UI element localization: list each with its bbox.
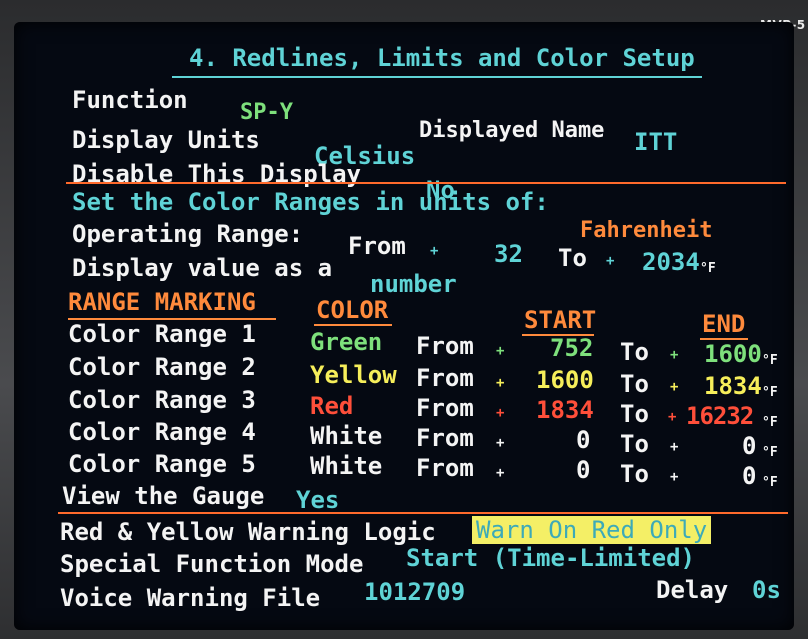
range-end[interactable]: 1600 [704,342,762,366]
range-end[interactable]: 16232 [686,404,754,428]
header-color: COLOR [316,296,389,324]
operating-range-label: Operating Range: [72,220,304,248]
range-start[interactable]: 0 [576,458,590,482]
range-color[interactable]: Green [310,330,382,354]
section-divider-1 [66,182,786,184]
delay-label: Delay [656,576,729,604]
range-start[interactable]: 0 [576,428,590,452]
range-start-sign: + [496,405,505,421]
view-gauge-label: View the Gauge [62,482,265,510]
view-gauge-value[interactable]: Yes [296,488,339,512]
header-start: START [524,306,597,334]
range-start-sign: + [496,435,505,451]
delay-value[interactable]: 0s [752,578,781,602]
operating-unit: °F [700,261,716,276]
range-color[interactable]: Yellow [310,363,397,387]
range-start-sign: + [496,465,505,481]
display-as-value[interactable]: number [370,272,457,296]
operating-from-value[interactable]: 32 [494,242,523,266]
displayed-name-value[interactable]: ITT [634,130,677,154]
range-end-sign: + [670,469,679,485]
display-screen: 4. Redlines, Limits and Color Setup Func… [14,22,794,630]
range-start-sign: + [496,343,505,359]
range-start-sign: + [496,375,505,391]
range-start[interactable]: 1600 [536,368,594,392]
page-title: 4. Redlines, Limits and Color Setup [189,44,695,72]
range-end-sign: + [670,347,679,363]
range-from: From [416,332,474,360]
operating-from-label: From [348,232,406,260]
special-mode-label: Special Function Mode [60,550,364,578]
range-end[interactable]: 1834 [704,374,762,398]
range-label: Color Range 3 [68,386,256,414]
range-end-sign: + [668,409,677,425]
display-as-label: Display value as a [72,254,333,282]
range-from: From [416,394,474,422]
range-label: Color Range 5 [68,450,256,478]
range-to: To [620,400,649,428]
header-color-underline [314,324,392,326]
range-color[interactable]: White [310,454,382,478]
range-end-sign: + [670,379,679,395]
range-from: From [416,424,474,452]
range-start[interactable]: 752 [550,336,593,360]
range-label: Color Range 1 [68,320,256,348]
range-unit: °F [762,385,778,400]
operating-to-sign: + [606,253,615,269]
function-label: Function [72,86,188,114]
range-color[interactable]: White [310,424,382,448]
header-end: END [702,310,746,338]
voice-file-value[interactable]: 1012709 [364,580,465,604]
section-divider-2 [58,512,788,514]
title-underline [172,76,702,78]
range-unit: °F [762,415,778,430]
warning-logic-label: Red & Yellow Warning Logic [60,518,436,546]
range-end[interactable]: 0 [742,464,756,488]
special-mode-value[interactable]: Start (Time-Limited) [406,546,695,570]
function-value[interactable]: SP-Y [240,102,293,124]
range-to: To [620,338,649,366]
range-end-sign: + [670,439,679,455]
range-from: From [416,454,474,482]
color-units-value[interactable]: Fahrenheit [580,220,712,242]
range-unit: °F [762,445,778,460]
voice-file-label: Voice Warning File [60,584,321,612]
operating-to-value[interactable]: 2034 [642,250,700,274]
range-to: To [620,370,649,398]
range-color[interactable]: Red [310,394,353,418]
range-unit: °F [762,353,778,368]
range-to: To [620,430,649,458]
range-unit: °F [762,475,778,490]
warning-logic-value[interactable]: Warn On Red Only [472,516,712,544]
display-units-label: Display Units [72,126,260,154]
range-start[interactable]: 1834 [536,398,594,422]
range-from: From [416,364,474,392]
operating-from-sign: + [430,243,439,259]
operating-to-label: To [558,244,587,272]
range-label: Color Range 4 [68,418,256,446]
range-label: Color Range 2 [68,353,256,381]
displayed-name-label: Displayed Name [419,118,605,143]
range-to: To [620,460,649,488]
color-units-label: Set the Color Ranges in units of: [72,188,549,216]
warning-logic-highlight: Warn On Red Only [472,516,712,544]
header-range-marking: RANGE MARKING [68,288,256,316]
range-end[interactable]: 0 [742,434,756,458]
